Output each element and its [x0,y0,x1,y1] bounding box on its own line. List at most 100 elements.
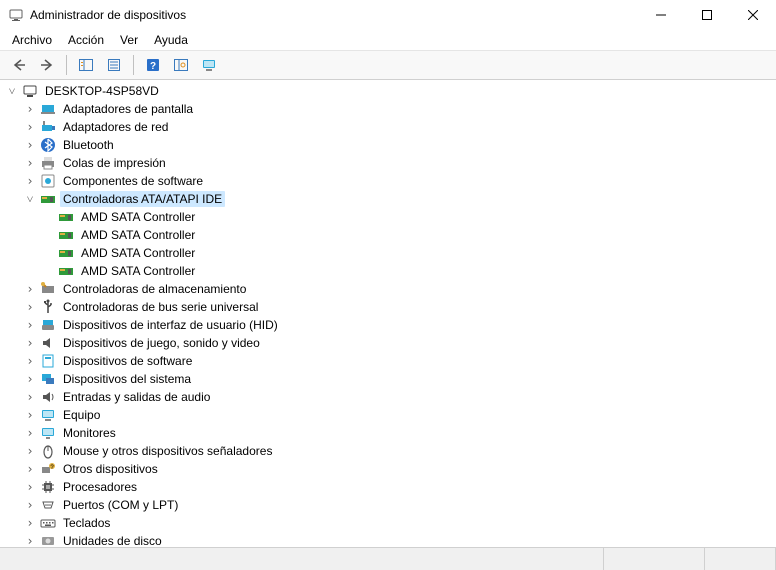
app-icon [8,7,24,23]
tree-category-ata[interactable]: ˅ Controladoras ATA/ATAPI IDE [4,190,776,208]
software-icon [40,173,56,189]
menu-view[interactable]: Ver [112,31,146,49]
tree-category-bluetooth[interactable]: › Bluetooth [4,136,776,154]
expand-icon[interactable]: › [22,461,38,477]
storage-controller-icon [40,281,56,297]
computer-icon [22,83,38,99]
content-area: ˅ DESKTOP-4SP58VD › Adaptadores de panta… [0,80,776,547]
expand-icon[interactable]: › [22,497,38,513]
tree-category-ports[interactable]: › Puertos (COM y LPT) [4,496,776,514]
expand-icon[interactable]: › [22,353,38,369]
expand-icon[interactable]: › [22,533,38,547]
system-device-icon [40,371,56,387]
status-cell [604,548,705,570]
expand-icon[interactable]: › [22,479,38,495]
expand-icon[interactable]: › [22,281,38,297]
device-tree[interactable]: ˅ DESKTOP-4SP58VD › Adaptadores de panta… [0,80,776,547]
sound-icon [40,335,56,351]
expand-icon[interactable]: › [22,425,38,441]
device-manager-window: Administrador de dispositivos Archivo Ac… [0,0,776,570]
expand-icon[interactable]: › [22,155,38,171]
maximize-button[interactable] [684,0,730,30]
status-cell [0,548,604,570]
expand-icon[interactable]: › [22,389,38,405]
tree-label: AMD SATA Controller [78,245,198,261]
expand-icon[interactable]: › [22,443,38,459]
tree-device-ata[interactable]: AMD SATA Controller [4,244,776,262]
hid-icon [40,317,56,333]
processor-icon [40,479,56,495]
ata-controller-icon [58,227,74,243]
tree-category-mouse[interactable]: › Mouse y otros dispositivos señaladores [4,442,776,460]
close-button[interactable] [730,0,776,30]
audio-icon [40,389,56,405]
tree-category-system-devices[interactable]: › Dispositivos del sistema [4,370,776,388]
menu-action[interactable]: Acción [60,31,112,49]
tree-category-display[interactable]: › Adaptadores de pantalla [4,100,776,118]
scan-hardware-button[interactable] [168,53,194,77]
expand-icon[interactable]: › [22,515,38,531]
toolbar-separator [133,55,134,75]
expand-icon[interactable]: › [22,137,38,153]
status-bar [0,547,776,570]
tree-label: Mouse y otros dispositivos señaladores [60,443,275,459]
tree-category-network[interactable]: › Adaptadores de red [4,118,776,136]
tree-category-audio[interactable]: › Entradas y salidas de audio [4,388,776,406]
collapse-icon[interactable]: ˅ [22,191,38,207]
minimize-button[interactable] [638,0,684,30]
expand-icon[interactable]: › [22,335,38,351]
tree-category-disk[interactable]: › Unidades de disco [4,532,776,547]
forward-button[interactable] [34,53,60,77]
tree-label: Controladoras ATA/ATAPI IDE [60,191,225,207]
tree-root-label: DESKTOP-4SP58VD [42,83,162,99]
tree-label: Procesadores [60,479,140,495]
tree-category-software-devices[interactable]: › Dispositivos de software [4,352,776,370]
tree-category-software-components[interactable]: › Componentes de software [4,172,776,190]
expand-icon[interactable]: › [22,407,38,423]
tree-label: Controladoras de almacenamiento [60,281,249,297]
tree-category-game-sound-video[interactable]: › Dispositivos de juego, sonido y video [4,334,776,352]
ata-controller-icon [58,263,74,279]
tree-device-ata[interactable]: AMD SATA Controller [4,226,776,244]
tree-category-hid[interactable]: › Dispositivos de interfaz de usuario (H… [4,316,776,334]
expand-icon[interactable]: › [22,317,38,333]
ports-icon [40,497,56,513]
tree-category-storage[interactable]: › Controladoras de almacenamiento [4,280,776,298]
tree-category-usb[interactable]: › Controladoras de bus serie universal [4,298,776,316]
menu-file[interactable]: Archivo [4,31,60,49]
window-controls [638,0,776,30]
expand-icon[interactable]: › [22,101,38,117]
tree-category-keyboards[interactable]: › Teclados [4,514,776,532]
menu-help[interactable]: Ayuda [146,31,196,49]
expand-icon[interactable]: › [22,119,38,135]
properties-button[interactable] [101,53,127,77]
tree-root[interactable]: ˅ DESKTOP-4SP58VD [4,82,776,100]
menu-bar: Archivo Acción Ver Ayuda [0,30,776,51]
tree-category-processors[interactable]: › Procesadores [4,478,776,496]
collapse-icon[interactable]: ˅ [4,83,20,99]
tree-category-printers[interactable]: › Colas de impresión [4,154,776,172]
status-cell [705,548,776,570]
expand-icon[interactable]: › [22,173,38,189]
tree-category-monitors[interactable]: › Monitores [4,424,776,442]
tree-category-other[interactable]: › ? Otros dispositivos [4,460,776,478]
tree-label: Dispositivos de interfaz de usuario (HID… [60,317,281,333]
tree-device-ata[interactable]: AMD SATA Controller [4,262,776,280]
show-hide-tree-button[interactable] [73,53,99,77]
bluetooth-icon [40,137,56,153]
help-button[interactable]: ? [140,53,166,77]
tree-category-computer[interactable]: › Equipo [4,406,776,424]
expand-icon[interactable]: › [22,299,38,315]
tree-label: Unidades de disco [60,533,165,547]
window-title: Administrador de dispositivos [30,8,638,22]
back-button[interactable] [6,53,32,77]
expand-icon[interactable]: › [22,371,38,387]
tree-device-ata[interactable]: AMD SATA Controller [4,208,776,226]
tree-label: Dispositivos de software [60,353,195,369]
title-bar: Administrador de dispositivos [0,0,776,30]
display-adapter-icon [40,101,56,117]
computer-icon [40,407,56,423]
computer-icon-button[interactable] [196,53,222,77]
keyboard-icon [40,515,56,531]
disk-icon [40,533,56,547]
